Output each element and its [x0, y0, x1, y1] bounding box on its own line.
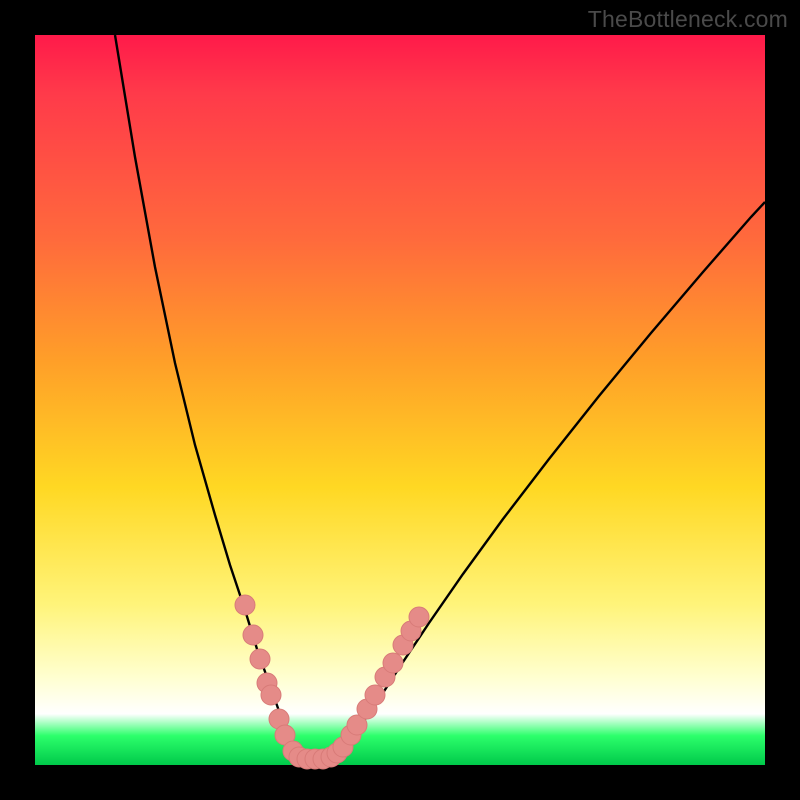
chart-frame: TheBottleneck.com: [0, 0, 800, 800]
curve-left-branch: [115, 35, 307, 759]
data-dot: [243, 625, 263, 645]
data-dot: [250, 649, 270, 669]
chart-plot-area: [35, 35, 765, 765]
chart-svg: [35, 35, 765, 765]
data-dot: [261, 685, 281, 705]
data-dot: [409, 607, 429, 627]
watermark-text: TheBottleneck.com: [588, 6, 788, 33]
data-dot: [235, 595, 255, 615]
data-dot: [365, 685, 385, 705]
data-dots-group: [235, 595, 429, 769]
data-dot: [383, 653, 403, 673]
